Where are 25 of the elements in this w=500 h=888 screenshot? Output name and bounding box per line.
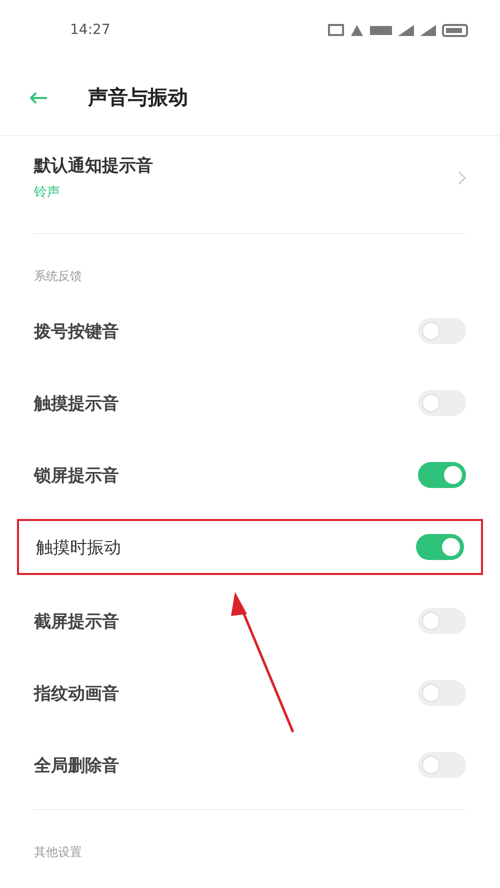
status-time: 14:27 [70,22,110,38]
toggle-switch[interactable] [418,608,466,634]
setting-label: 触摸时振动 [36,536,121,558]
setting-label: 触摸提示音 [34,392,119,414]
toggle-switch[interactable] [418,318,466,344]
setting-label: 锁屏提示音 [34,464,119,486]
back-icon[interactable] [28,90,48,104]
setting-label: 拨号按键音 [34,320,119,342]
section-title: 系统反馈 [33,268,83,285]
toggle-switch[interactable] [418,680,466,706]
battery-icon [442,24,468,36]
toggle-switch[interactable] [418,462,466,488]
signal-icon [398,24,414,36]
chevron-icon [458,170,466,184]
setting-label: 截屏提示音 [34,610,119,632]
setting-label: 全局删除音 [34,754,119,776]
toggle-switch[interactable] [418,752,466,778]
setting-label: 指纹动画音 [34,682,119,704]
toggle-switch[interactable] [416,534,464,560]
setting-value: 铃声 [34,184,61,201]
page-title: 声音与振动 [88,84,188,111]
signal-icon [420,24,436,36]
setting-label[interactable]: 默认通知提示音 [34,154,153,177]
section-title: 其他设置 [33,844,83,861]
toggle-switch[interactable] [418,390,466,416]
